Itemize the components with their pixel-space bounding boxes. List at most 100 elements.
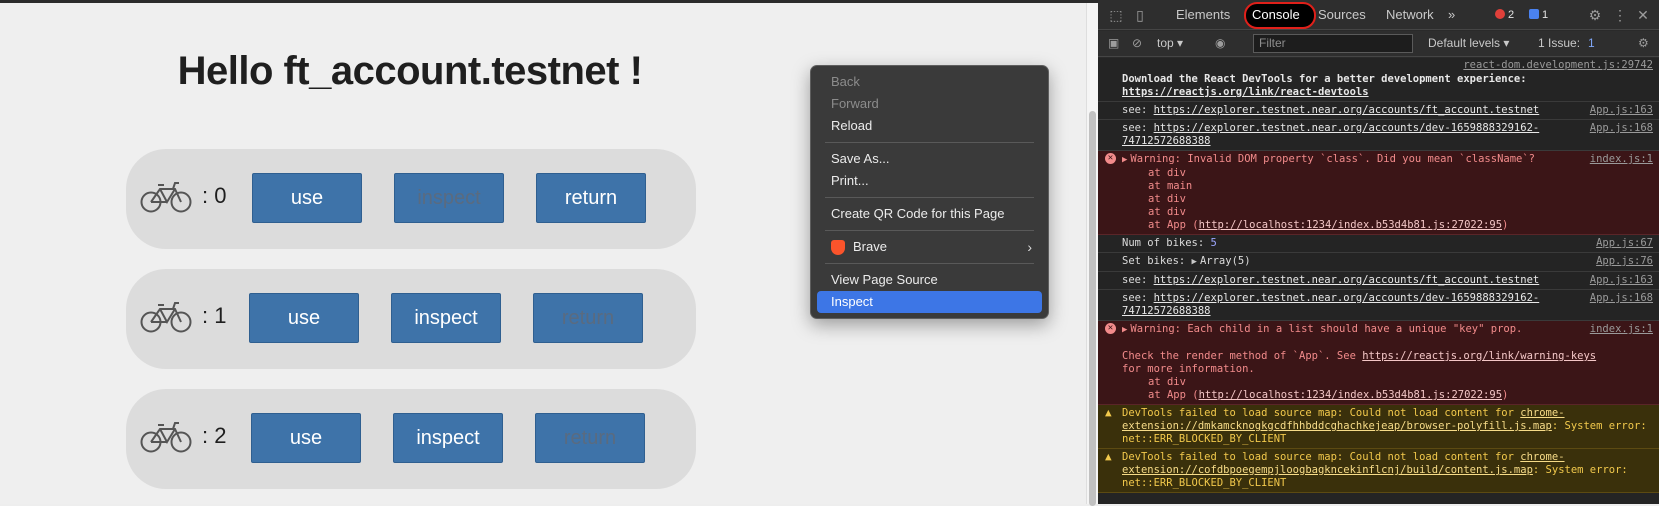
inspect-button[interactable]: inspect <box>394 173 504 223</box>
menu-separator <box>825 197 1034 198</box>
log-row: see: https://explorer.testnet.near.org/a… <box>1098 120 1659 151</box>
live-expression-eye-icon[interactable]: ◉ <box>1215 36 1225 50</box>
return-button[interactable]: return <box>533 293 643 343</box>
use-button[interactable]: use <box>249 293 359 343</box>
log-text: see: <box>1122 104 1154 116</box>
element-picker-icon[interactable]: ⬚ <box>1108 7 1124 23</box>
log-source-link[interactable]: App.js:168 <box>1590 292 1653 305</box>
expand-triangle-icon[interactable]: ▶ <box>1192 257 1197 267</box>
bike-number: : 1 <box>202 303 227 328</box>
devtools-tabbar: ⬚ ▯ Elements Console Sources Network » 2… <box>1098 0 1659 30</box>
log-levels-dropdown[interactable]: Default levels ▾ <box>1428 36 1509 50</box>
filter-input[interactable]: Filter <box>1253 34 1413 53</box>
log-link[interactable]: https://explorer.testnet.near.org/accoun… <box>1122 122 1539 147</box>
log-link[interactable]: https://explorer.testnet.near.org/accoun… <box>1122 292 1539 317</box>
error-count-badge[interactable]: 2 <box>1492 7 1517 23</box>
console-log: react-dom.development.js:29742 Download … <box>1098 58 1659 504</box>
page-scrollbar[interactable] <box>1086 3 1098 506</box>
scrollbar-thumb[interactable] <box>1089 111 1096 506</box>
warning-icon: ▲ <box>1105 450 1112 463</box>
log-link[interactable]: https://explorer.testnet.near.org/accoun… <box>1154 274 1540 286</box>
return-button[interactable]: return <box>535 413 645 463</box>
stack-link[interactable]: http://localhost:1234/index.b53d4b81.js:… <box>1199 219 1502 231</box>
clear-console-icon[interactable]: ⊘ <box>1132 36 1142 50</box>
log-source-link[interactable]: App.js:67 <box>1596 237 1653 250</box>
log-text: see: <box>1122 292 1154 304</box>
return-button[interactable]: return <box>536 173 646 223</box>
log-text: DevTools failed to load source map: Coul… <box>1122 407 1521 419</box>
log-source-link[interactable]: App.js:76 <box>1596 255 1653 268</box>
stack-link[interactable]: http://localhost:1234/index.b53d4b81.js:… <box>1199 389 1502 401</box>
inspect-button[interactable]: inspect <box>391 293 501 343</box>
menu-item-save-as[interactable]: Save As... <box>817 148 1042 170</box>
stack-text: at App ( <box>1148 219 1199 231</box>
kebab-menu-icon[interactable]: ⋮ <box>1612 7 1628 23</box>
context-selector[interactable]: top ▾ <box>1157 36 1183 50</box>
issues-count[interactable]: 1 <box>1588 36 1595 50</box>
bike-number: : 2 <box>202 423 227 448</box>
issues-label[interactable]: 1 Issue: <box>1538 36 1580 50</box>
warning-icon: ▲ <box>1105 406 1112 419</box>
use-button[interactable]: use <box>251 413 361 463</box>
menu-item-back[interactable]: Back <box>817 71 1042 93</box>
log-text: Download the React DevTools for a better… <box>1122 73 1527 85</box>
log-link[interactable]: https://reactjs.org/link/react-devtools <box>1122 86 1369 98</box>
tab-network[interactable]: Network <box>1386 7 1434 22</box>
log-row: see: https://explorer.testnet.near.org/a… <box>1098 272 1659 290</box>
log-row-warning: ▲ DevTools failed to load source map: Co… <box>1098 449 1659 493</box>
expand-triangle-icon[interactable]: ▶ <box>1122 155 1127 165</box>
tab-console[interactable]: Console <box>1252 7 1300 22</box>
use-button[interactable]: use <box>252 173 362 223</box>
log-link[interactable]: https://reactjs.org/link/warning-keys <box>1362 350 1596 362</box>
inspect-button[interactable]: inspect <box>393 413 503 463</box>
menu-item-reload[interactable]: Reload <box>817 115 1042 137</box>
tab-sources[interactable]: Sources <box>1318 7 1366 22</box>
error-count: 2 <box>1508 9 1515 21</box>
log-row: react-dom.development.js:29742 Download … <box>1098 58 1659 102</box>
menu-item-inspect[interactable]: Inspect <box>817 291 1042 313</box>
log-source-link[interactable]: index.js:1 <box>1589 323 1653 336</box>
log-text: see: <box>1122 122 1154 134</box>
log-row-error: ✕ ▶ Warning: Each child in a list should … <box>1098 321 1659 405</box>
submenu-arrow-icon: › <box>1027 239 1032 255</box>
sidebar-toggle-icon[interactable]: ▣ <box>1108 36 1119 50</box>
log-source-link[interactable]: App.js:168 <box>1590 122 1653 135</box>
log-text: Warning: Each child in a list should hav… <box>1130 323 1523 335</box>
menu-item-brave-label: Brave <box>853 239 887 254</box>
more-tabs-icon[interactable]: » <box>1448 7 1455 22</box>
log-row: Set bikes: ▶ Array(5) App.js:76 <box>1098 253 1659 272</box>
message-count: 1 <box>1542 9 1549 21</box>
log-link[interactable]: https://explorer.testnet.near.org/accoun… <box>1154 104 1540 116</box>
log-array[interactable]: Array(5) <box>1200 255 1251 267</box>
log-source-link[interactable]: index.js:1 <box>1589 153 1653 166</box>
bicycle-icon <box>140 422 192 453</box>
log-source-link[interactable]: App.js:163 <box>1590 104 1653 117</box>
log-row-warning: ▲ DevTools failed to load source map: Co… <box>1098 405 1659 449</box>
menu-item-forward[interactable]: Forward <box>817 93 1042 115</box>
brave-icon <box>831 239 845 255</box>
log-text: see: <box>1122 274 1154 286</box>
bicycle-icon <box>140 182 192 213</box>
menu-item-brave[interactable]: Brave › <box>817 236 1042 258</box>
devtools-panel: ⬚ ▯ Elements Console Sources Network » 2… <box>1098 0 1659 504</box>
message-count-badge[interactable]: 1 <box>1526 7 1551 23</box>
log-line: for more information. <box>1122 363 1255 375</box>
log-source-link[interactable]: react-dom.development.js:29742 <box>1463 59 1653 72</box>
console-settings-gear-icon[interactable]: ⚙ <box>1638 36 1649 50</box>
settings-gear-icon[interactable]: ⚙ <box>1587 7 1603 23</box>
menu-item-print[interactable]: Print... <box>817 170 1042 192</box>
stack-line: at App (http://localhost:1234/index.b53d… <box>1122 219 1653 232</box>
menu-item-view-source[interactable]: View Page Source <box>817 269 1042 291</box>
log-source-link[interactable]: App.js:163 <box>1590 274 1653 287</box>
log-number: 5 <box>1210 237 1217 249</box>
log-text: Set bikes: <box>1122 255 1192 267</box>
device-toolbar-icon[interactable]: ▯ <box>1132 7 1148 23</box>
tab-elements[interactable]: Elements <box>1176 7 1230 22</box>
log-text: Num of bikes: <box>1122 237 1211 249</box>
error-icon: ✕ <box>1105 153 1116 164</box>
menu-item-qr-code[interactable]: Create QR Code for this Page <box>817 203 1042 225</box>
stack-line: at div <box>1148 206 1186 218</box>
bike-number: : 0 <box>202 183 227 208</box>
close-icon[interactable]: ✕ <box>1635 7 1651 23</box>
expand-triangle-icon[interactable]: ▶ <box>1122 325 1127 335</box>
